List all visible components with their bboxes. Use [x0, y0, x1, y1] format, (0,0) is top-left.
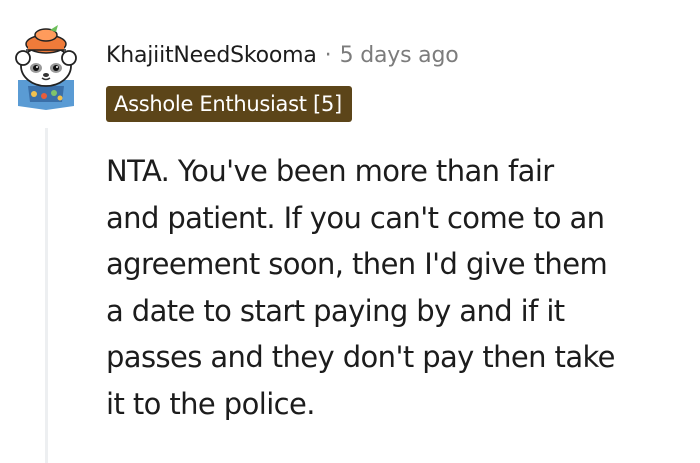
comment: KhajiitNeedSkooma · 5 days ago Asshole E…	[0, 0, 700, 463]
username-link[interactable]: KhajiitNeedSkooma	[106, 43, 317, 68]
comment-line: it to the police.	[106, 386, 315, 421]
comment-body: NTA. You've been more than fair and pati…	[106, 148, 696, 427]
comment-meta: KhajiitNeedSkooma · 5 days ago	[106, 38, 459, 72]
meta-separator: ·	[324, 42, 332, 68]
user-avatar[interactable]	[10, 22, 82, 110]
comment-line: passes and they don't pay then take	[106, 340, 616, 374]
thread-line[interactable]	[45, 128, 48, 463]
comment-line: agreement soon, then I'd give them	[106, 247, 608, 281]
comment-line: a date to start paying by and if it	[106, 293, 565, 328]
timestamp[interactable]: 5 days ago	[340, 43, 459, 68]
snoo-avatar-icon	[15, 25, 77, 110]
comment-line: and patient. If you can't come to an	[106, 200, 605, 235]
comment-line: NTA. You've been more than fair	[106, 154, 554, 188]
user-flair: Asshole Enthusiast [5]	[106, 86, 352, 122]
